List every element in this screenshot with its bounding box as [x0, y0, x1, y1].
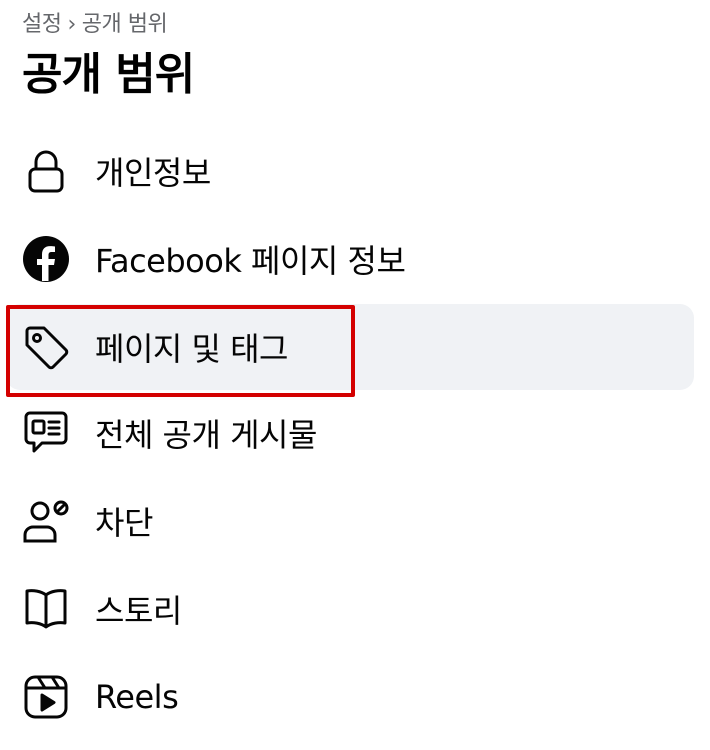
menu-item-label: 차단 [95, 504, 153, 542]
menu-item-public-posts[interactable]: 전체 공개 게시물 [6, 390, 694, 476]
menu-item-label: Reels [95, 678, 179, 716]
page-title: 공개 범위 [22, 49, 195, 100]
facebook-icon [22, 235, 70, 283]
book-icon [22, 585, 70, 633]
user-block-icon [22, 497, 70, 545]
menu-item-facebook-page-info[interactable]: Facebook 페이지 정보 [6, 216, 694, 302]
breadcrumb-current: 공개 범위 [81, 12, 168, 37]
reels-icon [22, 673, 70, 721]
breadcrumb-parent[interactable]: 설정 [22, 12, 62, 37]
breadcrumb-separator: › [67, 12, 76, 37]
breadcrumb: 설정 › 공개 범위 [22, 6, 168, 38]
menu-item-personal-info[interactable]: 개인정보 [6, 128, 694, 214]
menu-item-stories[interactable]: 스토리 [6, 566, 694, 652]
menu-item-blocking[interactable]: 차단 [6, 478, 694, 564]
menu-item-label: Facebook 페이지 정보 [95, 242, 406, 280]
tag-icon [22, 323, 70, 371]
menu-item-label: 페이지 및 태그 [95, 330, 288, 368]
menu-item-label: 스토리 [95, 592, 182, 630]
menu-item-label: 개인정보 [95, 154, 211, 192]
menu-item-label: 전체 공개 게시물 [95, 416, 317, 454]
menu-item-pages-and-tags[interactable]: 페이지 및 태그 [6, 304, 694, 390]
lock-icon [22, 147, 70, 195]
menu-item-reels[interactable]: Reels [6, 654, 694, 740]
chat-bubble-icon [22, 409, 70, 457]
